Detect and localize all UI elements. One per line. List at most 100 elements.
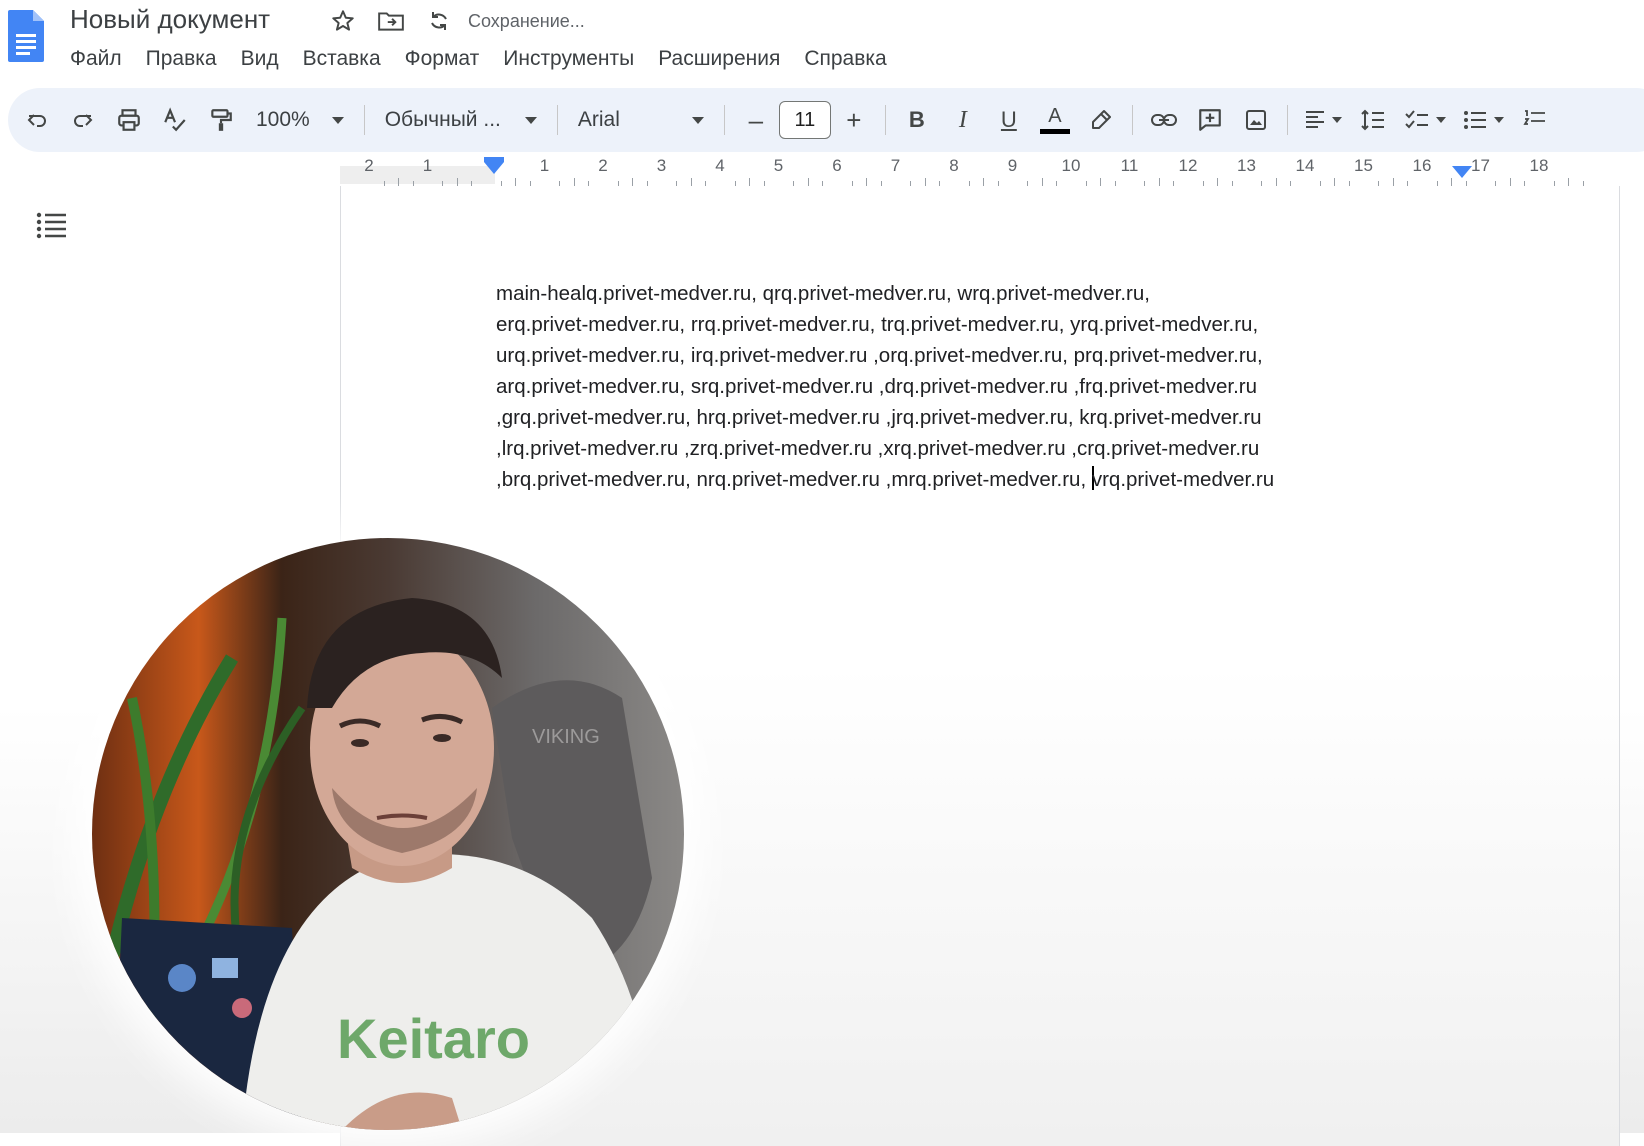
ruler-tick [1451,178,1453,186]
chevron-down-icon [331,116,344,124]
ruler-tick [866,178,868,186]
ruler-tick [398,178,400,186]
toolbar-divider [1131,105,1133,135]
decrease-font-size-button[interactable]: – [733,98,779,142]
ruler-number: 10 [1061,156,1081,175]
menu-help[interactable]: Справка [792,44,898,74]
undo-icon [27,114,46,127]
toolbar-divider [556,105,558,135]
menu-edit[interactable]: Правка [134,44,229,74]
body-line-text: vrq.privet-medver.ru [1091,468,1275,491]
redo-button[interactable] [60,98,106,142]
document-title[interactable]: Новый документ [70,4,270,35]
ruler-number: 4 [715,156,725,175]
font-value: Arial [577,108,620,131]
move-to-folder-icon[interactable] [376,6,406,36]
ruler-number: 11 [1120,156,1139,175]
document-outline-icon[interactable] [36,210,68,240]
ruler-tick [924,178,926,186]
body-line: ,lrq.privet-medver.ru ,zrq.privet-medver… [496,437,1260,460]
ruler-number: 18 [1529,156,1549,175]
body-line: arq.privet-medver.ru, srq.privet-medver.… [496,375,1258,398]
toolbar-divider [884,105,886,135]
increase-font-size-button[interactable]: + [831,98,877,142]
menu-tools[interactable]: Инструменты [491,44,646,74]
body-line: erq.privet-medver.ru, rrq.privet-medver.… [496,313,1259,336]
menu-extensions[interactable]: Расширения [646,44,792,74]
left-indent-marker[interactable] [484,162,504,174]
numbered-list-button[interactable] [1512,98,1558,142]
print-icon [118,109,140,131]
horizontal-ruler[interactable]: 2 1 1 2 3 4 5 6 7 8 9 10 11 12 13 14 15 16 17 18 [0,152,1644,187]
app-header: Новый документ Сохранение... Файл Правка… [0,0,1644,84]
save-status: Сохранение... [468,10,585,31]
link-icon [1150,114,1177,126]
checklist-button[interactable] [1396,98,1454,142]
right-indent-marker[interactable] [1452,166,1472,178]
ruler-number: 14 [1295,156,1315,175]
ruler-tick [690,178,692,186]
ruler-tick [807,178,809,186]
bold-button[interactable]: B [894,98,940,142]
ruler-number: 15 [1354,156,1373,175]
align-left-button[interactable] [1296,98,1350,142]
chair-brand-text: VIKING [532,726,600,748]
star-icon[interactable] [328,6,358,36]
shirt-logo-text: Keitaro [337,1007,530,1070]
paint-format-icon [211,109,232,131]
ruler-number: 7 [890,156,901,175]
underline-button[interactable]: U [986,98,1032,142]
menu-insert[interactable]: Вставка [291,44,393,74]
chevron-down-icon [691,116,704,124]
italic-button[interactable]: I [940,98,986,142]
insert-image-button[interactable] [1233,98,1279,142]
ruler-tick [983,178,985,186]
docs-logo-icon[interactable] [6,8,46,64]
chevron-down-icon [1331,117,1342,123]
add-comment-icon [1199,109,1221,131]
document-body[interactable]: main-healq.privet-medver.ru, qrq.privet-… [496,278,1416,495]
add-comment-button[interactable] [1187,98,1233,142]
image-icon [1245,110,1266,130]
menu-format[interactable]: Формат [393,44,492,74]
text-color-button[interactable]: A [1032,98,1078,142]
ruler-tick [749,178,751,186]
ruler-number: 8 [949,156,959,175]
zoom-select[interactable]: 100% [244,108,356,132]
insert-link-button[interactable] [1141,98,1187,142]
font-size-input[interactable]: 11 [778,101,831,139]
ruler-tick [1217,178,1219,186]
ruler-number: 5 [773,156,784,175]
ruler-tick [1041,178,1043,186]
highlight-button[interactable] [1078,98,1124,142]
ruler-number: 3 [656,156,667,175]
ruler-tick [632,178,634,186]
ruler-tick [456,178,458,186]
ruler-tick [1509,178,1511,186]
print-button[interactable] [106,98,152,142]
toolbar-divider [1286,105,1288,135]
bulleted-list-button[interactable] [1454,98,1512,142]
paint-format-button[interactable] [198,98,244,142]
chevron-down-icon [1435,117,1446,123]
checklist-icon [1405,110,1428,129]
ruler-number: 17 [1471,156,1490,175]
undo-button[interactable] [14,98,60,142]
ruler-number: 1 [422,156,433,175]
ruler-number: 6 [832,156,842,175]
line-spacing-icon [1361,109,1384,131]
webcam-person-image: VIKING Keitaro [105,598,652,1130]
first-line-indent-marker[interactable] [484,157,504,162]
chevron-down-icon [524,116,537,124]
menu-file[interactable]: Файл [70,44,134,74]
line-spacing-button[interactable] [1350,98,1396,142]
ruler-tick [515,178,517,186]
spellcheck-button[interactable] [152,98,198,142]
ruler-number: 12 [1178,156,1198,175]
highlighter-icon [1091,110,1111,129]
menu-view[interactable]: Вид [229,44,291,74]
ruler-tick [1158,178,1160,186]
paragraph-style-select[interactable]: Обычный ... [373,108,549,132]
font-select[interactable]: Arial [566,108,716,132]
ruler-number: 2 [598,156,608,175]
